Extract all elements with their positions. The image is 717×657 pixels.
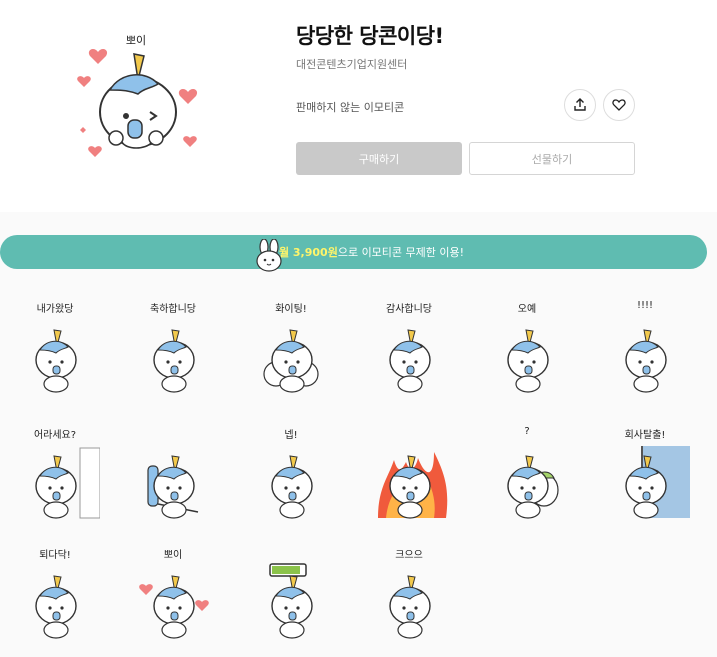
- emoticon-caption: 넵!: [284, 430, 298, 441]
- emoticon-chair[interactable]: [128, 426, 218, 526]
- emoticon-yes[interactable]: 넵!: [246, 426, 336, 526]
- unicorn-sticker-icon: [35, 329, 77, 393]
- emoticon-caption: 어라세요?: [33, 430, 77, 441]
- emoticon-fire[interactable]: [364, 426, 454, 526]
- emoticon-wave[interactable]: 내가왔당: [10, 300, 100, 400]
- unicorn-sticker-icon: [147, 455, 199, 519]
- share-icon: [574, 98, 586, 111]
- emoticon-caption: ?: [524, 426, 530, 437]
- emoticon-caption: 뽀이: [163, 550, 183, 561]
- product-header: 뽀이 당당한 당콘이당! 대전콘텐츠기업지원센터 판매하지 않는 이모티콘 구매…: [0, 0, 717, 212]
- unicorn-sticker-icon: [271, 455, 313, 519]
- emoticon-caption: 감사합니당: [386, 304, 432, 315]
- unicorn-sticker-icon: [263, 329, 319, 393]
- unicorn-sticker-icon: [625, 446, 690, 519]
- emoticon-caption: 퇴다닥!: [39, 550, 71, 561]
- promo-message: 으로 이모티콘 무제한 이용!: [337, 246, 465, 259]
- sale-status: 판매하지 않는 이모티콘: [296, 101, 405, 114]
- like-button[interactable]: [603, 89, 635, 121]
- emoticon-caption: 축하합니당: [150, 304, 196, 315]
- emoticon-run[interactable]: 퇴다닥!: [10, 546, 100, 646]
- emoticon-caption: !!!!: [636, 300, 654, 311]
- emoticon-love[interactable]: 뽀이: [128, 546, 218, 646]
- emoticon-caption: 회사탈출!: [624, 430, 666, 441]
- product-title: 당당한 당콘이당!: [296, 24, 444, 48]
- unicorn-sticker-icon: [625, 329, 667, 393]
- subscription-promo-banner[interactable]: 월 3,900원으로 이모티콘 무제한 이용!: [0, 235, 707, 269]
- unicorn-sticker-icon: [269, 563, 313, 639]
- unicorn-sticker-icon: [507, 329, 549, 393]
- hero-caption: 뽀이: [126, 34, 146, 47]
- emoticon-battery[interactable]: [246, 546, 336, 646]
- emoticon-caption: 크으으: [395, 550, 423, 561]
- promo-text: 월 3,900원으로 이모티콘 무제한 이용!: [279, 244, 464, 260]
- unicorn-sticker-icon: [507, 455, 559, 519]
- unicorn-sticker-icon: [378, 452, 448, 519]
- unicorn-sticker-icon: [389, 329, 431, 393]
- heart-icon: [612, 99, 626, 111]
- emoticon-joy[interactable]: 크으으: [364, 546, 454, 646]
- emoticon-escape[interactable]: 회사탈출!: [600, 426, 690, 526]
- emoticon-caption: 오예: [517, 304, 537, 315]
- unicorn-sticker-icon: [153, 329, 195, 393]
- emoticon-cheer[interactable]: 화이팅!: [246, 300, 336, 400]
- gift-button[interactable]: 선물하기: [469, 142, 635, 175]
- promo-rabbit-mascot-icon: [252, 238, 286, 273]
- emoticon-friends[interactable]: ?: [482, 426, 572, 526]
- emoticon-dance[interactable]: 오예: [482, 300, 572, 400]
- emoticon-peek[interactable]: 어라세요?: [10, 426, 100, 526]
- emoticon-shock[interactable]: !!!!: [600, 300, 690, 400]
- unicorn-sticker-icon: [139, 575, 209, 639]
- product-author[interactable]: 대전콘텐츠기업지원센터: [296, 56, 407, 72]
- unicorn-sticker-icon: [35, 447, 100, 519]
- share-button[interactable]: [564, 89, 596, 121]
- hero-emoticon-image: 뽀이: [70, 30, 210, 170]
- emoticon-caption: 화이팅!: [275, 304, 307, 315]
- emoticon-caption: 내가왔당: [36, 304, 74, 315]
- buy-button[interactable]: 구매하기: [296, 142, 462, 175]
- emoticon-bow[interactable]: 감사합니당: [364, 300, 454, 400]
- promo-highlight: 월 3,900원: [278, 246, 338, 259]
- emoticon-party[interactable]: 축하합니당: [128, 300, 218, 400]
- unicorn-sticker-icon: [389, 575, 431, 639]
- unicorn-sticker-icon: [35, 575, 77, 639]
